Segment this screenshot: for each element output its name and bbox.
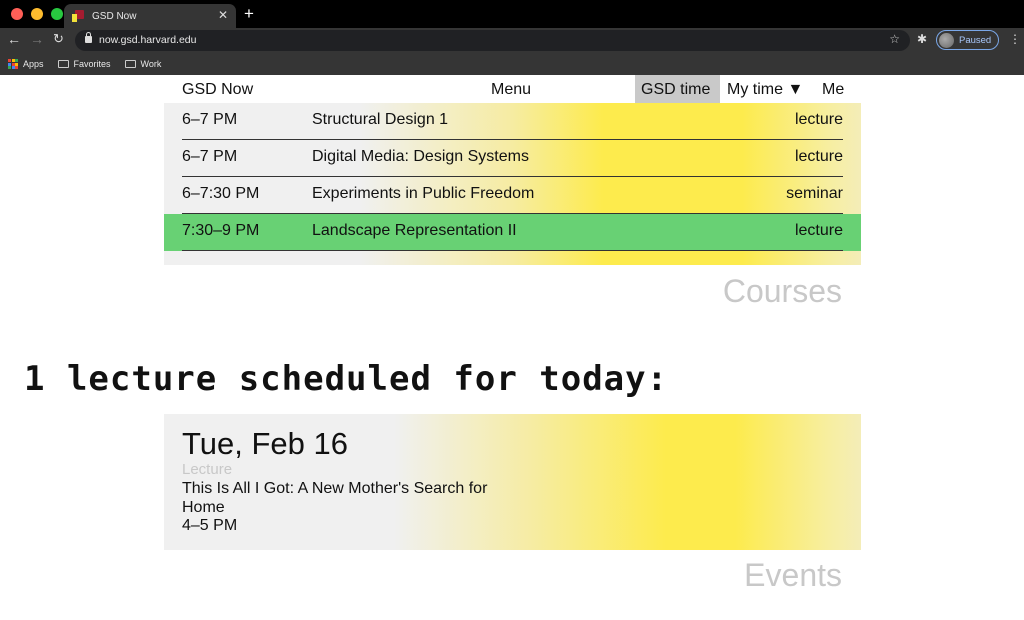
me-button[interactable]: Me xyxy=(822,81,844,99)
events-section-label: Events xyxy=(744,557,842,593)
bookmark-label: Apps xyxy=(23,59,44,69)
announcement-text: 1 lecture scheduled for today: xyxy=(24,359,669,399)
browser-toolbar: ← → ↻ now.gsd.harvard.edu ☆ ✱ Paused ⋮ xyxy=(0,28,1024,53)
event-card[interactable]: Tue, Feb 16 Lecture This Is All I Got: A… xyxy=(164,414,861,550)
event-date: Tue, Feb 16 xyxy=(182,426,349,461)
page-content: GSD Now Menu GSD time My time ▼ Me 6–7 P… xyxy=(0,75,1024,620)
event-title[interactable]: This Is All I Got: A New Mother's Search… xyxy=(182,480,512,517)
courses-section-label: Courses xyxy=(722,273,842,309)
course-name: Digital Media: Design Systems xyxy=(312,148,529,165)
bookmarks-bar: Apps Favorites Work xyxy=(0,53,1024,75)
back-arrow-icon[interactable]: ← xyxy=(7,31,21,47)
gsd-time-label[interactable]: GSD time xyxy=(641,81,710,99)
bookmark-apps[interactable]: Apps xyxy=(8,59,44,69)
bookmark-label: Work xyxy=(140,59,162,69)
course-time: 6–7 PM xyxy=(182,148,238,165)
browser-tab-bar: GSD Now ✕ + xyxy=(0,0,1024,28)
course-kind: lecture xyxy=(794,111,843,128)
close-window-button[interactable] xyxy=(11,8,23,20)
course-kind: lecture xyxy=(794,222,843,239)
bookmark-label: Favorites xyxy=(73,59,111,69)
course-name: Landscape Representation II xyxy=(312,222,517,239)
my-time-dropdown[interactable]: My time ▼ xyxy=(727,81,803,99)
profile-status: Paused xyxy=(959,34,992,46)
event-time: 4–5 PM xyxy=(182,517,238,534)
window-controls xyxy=(11,8,63,20)
course-row[interactable]: 6–7:30 PM Experiments in Public Freedom … xyxy=(164,177,861,214)
gsd-favicon-icon xyxy=(72,10,84,22)
more-menu-icon[interactable]: ⋮ xyxy=(1009,32,1021,46)
avatar xyxy=(939,32,954,48)
apps-grid-icon xyxy=(8,59,18,69)
course-name: Experiments in Public Freedom xyxy=(312,185,535,202)
course-time: 7:30–9 PM xyxy=(182,222,260,239)
site-header: GSD Now Menu GSD time My time ▼ Me xyxy=(164,75,861,103)
course-kind: seminar xyxy=(786,185,843,202)
course-row[interactable]: 6–7 PM Structural Design 1 lecture xyxy=(164,103,861,140)
course-kind: lecture xyxy=(794,148,843,165)
course-row[interactable]: 6–7 PM Digital Media: Design Systems lec… xyxy=(164,140,861,177)
folder-icon xyxy=(124,60,136,68)
folder-icon xyxy=(57,60,69,68)
forward-arrow-icon[interactable]: → xyxy=(30,31,44,47)
url-text: now.gsd.harvard.edu xyxy=(99,34,197,46)
extensions-puzzle-icon[interactable]: ✱ xyxy=(917,32,927,46)
new-tab-button[interactable]: + xyxy=(244,4,254,24)
bookmark-favorites[interactable]: Favorites xyxy=(57,59,111,69)
menu-button[interactable]: Menu xyxy=(491,81,531,99)
address-bar[interactable]: now.gsd.harvard.edu ☆ xyxy=(75,30,910,51)
tab-title: GSD Now xyxy=(92,10,137,22)
close-tab-icon[interactable]: ✕ xyxy=(218,8,228,22)
reload-icon[interactable]: ↻ xyxy=(53,31,64,47)
site-title[interactable]: GSD Now xyxy=(182,81,253,99)
minimize-window-button[interactable] xyxy=(31,8,43,20)
row-divider xyxy=(182,249,843,251)
bookmark-work[interactable]: Work xyxy=(124,59,162,69)
course-row-current[interactable]: 7:30–9 PM Landscape Representation II le… xyxy=(164,214,861,251)
courses-list: 6–7 PM Structural Design 1 lecture 6–7 P… xyxy=(164,103,861,265)
profile-button[interactable]: Paused xyxy=(936,30,999,50)
course-time: 6–7 PM xyxy=(182,111,238,128)
bookmark-star-icon[interactable]: ☆ xyxy=(889,32,900,46)
browser-tab[interactable]: GSD Now ✕ xyxy=(64,4,236,28)
lock-icon xyxy=(85,32,92,43)
zoom-window-button[interactable] xyxy=(51,8,63,20)
course-name: Structural Design 1 xyxy=(312,111,449,128)
event-type: Lecture xyxy=(182,461,233,478)
course-time: 6–7:30 PM xyxy=(182,185,260,202)
